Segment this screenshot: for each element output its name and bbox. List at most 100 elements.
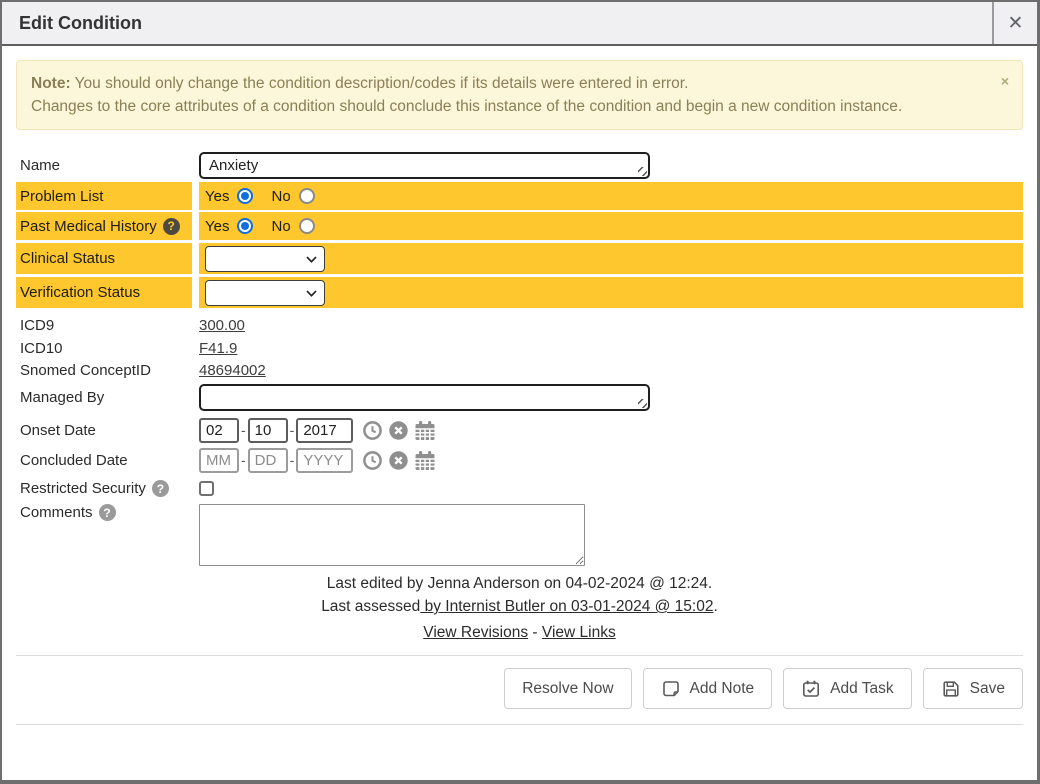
icd9-code-link[interactable]: 300.00 — [199, 317, 245, 334]
past-medical-history-row: Past Medical History ? Yes No — [16, 212, 1023, 240]
onset-month-input[interactable] — [199, 418, 239, 443]
note-dismiss-icon[interactable]: × — [1001, 70, 1009, 93]
add-note-button[interactable]: Add Note — [643, 668, 773, 709]
verification-status-select-wrap — [205, 280, 325, 306]
problem-list-yes-radio[interactable] — [237, 188, 253, 204]
comments-textarea[interactable] — [199, 504, 585, 566]
dialog-close-button[interactable]: ✕ — [992, 2, 1037, 44]
pmh-yes-radio[interactable] — [237, 218, 253, 234]
task-calendar-icon — [801, 679, 821, 699]
problem-list-field: Yes No — [199, 182, 1023, 210]
managed-by-input[interactable] — [199, 384, 650, 411]
dialog-header: Edit Condition ✕ — [2, 2, 1037, 46]
restricted-security-label-text: Restricted Security — [20, 480, 146, 497]
last-assessed-suffix: . — [713, 598, 717, 615]
clear-date-icon[interactable] — [388, 450, 409, 471]
managed-by-label: Managed By — [16, 389, 199, 406]
managed-by-input-wrap — [199, 384, 650, 411]
icd10-row: ICD10 F41.9 — [16, 337, 1023, 359]
add-task-label: Add Task — [830, 680, 893, 698]
clinical-status-select[interactable] — [205, 246, 325, 272]
last-edited-text: Last edited by Jenna Anderson on 04-02-2… — [16, 572, 1023, 595]
problem-list-row: Problem List Yes No — [16, 182, 1023, 210]
link-separator: - — [528, 624, 542, 641]
onset-date-row: Onset Date - - — [16, 416, 1023, 444]
note-icon — [661, 679, 681, 699]
icd10-label: ICD10 — [16, 340, 199, 357]
verification-status-select[interactable] — [205, 280, 325, 306]
audit-info: Last edited by Jenna Anderson on 04-02-2… — [16, 572, 1023, 644]
help-icon[interactable]: ? — [152, 480, 169, 497]
save-floppy-icon — [941, 679, 961, 699]
snomed-label: Snomed ConceptID — [16, 362, 199, 379]
name-row: Name — [16, 151, 1023, 179]
help-icon[interactable]: ? — [99, 504, 116, 521]
view-revisions-link[interactable]: View Revisions — [423, 624, 528, 641]
comments-row: Comments ? — [16, 504, 1023, 566]
concluded-day-input[interactable] — [248, 448, 288, 473]
restricted-security-label: Restricted Security ? — [16, 480, 199, 497]
clock-icon[interactable] — [362, 450, 383, 471]
pmh-no-radio[interactable] — [299, 218, 315, 234]
dialog-title: Edit Condition — [2, 2, 992, 44]
icd10-code-link[interactable]: F41.9 — [199, 340, 237, 357]
add-note-label: Add Note — [690, 680, 755, 698]
restricted-security-row: Restricted Security ? — [16, 477, 1023, 500]
note-line-1: Note: You should only change the conditi… — [31, 72, 982, 95]
resolve-now-label: Resolve Now — [522, 680, 613, 698]
name-input[interactable] — [199, 152, 650, 179]
verification-status-row: Verification Status — [16, 277, 1023, 308]
save-label: Save — [970, 680, 1005, 698]
save-button[interactable]: Save — [923, 668, 1023, 709]
last-assessed-line: Last assessed by Internist Butler on 03-… — [16, 595, 1023, 618]
past-medical-history-label: Past Medical History ? — [16, 212, 192, 240]
close-icon: ✕ — [1008, 12, 1024, 35]
last-assessed-link[interactable]: by Internist Butler on 03-01-2024 @ 15:0… — [420, 598, 713, 615]
past-medical-history-label-text: Past Medical History — [20, 218, 157, 235]
concluded-month-input[interactable] — [199, 448, 239, 473]
onset-day-input[interactable] — [248, 418, 288, 443]
icd9-row: ICD9 300.00 — [16, 314, 1023, 337]
warning-note: Note: You should only change the conditi… — [16, 60, 1023, 130]
concluded-date-row: Concluded Date - - — [16, 446, 1023, 474]
verification-status-field — [199, 277, 1023, 308]
name-label: Name — [16, 157, 199, 174]
footer-button-bar: Resolve Now Add Note Add Task Save — [2, 656, 1037, 722]
add-task-button[interactable]: Add Task — [783, 668, 911, 709]
note-line-2: Changes to the core attributes of a cond… — [31, 95, 982, 118]
concluded-year-input[interactable] — [296, 448, 353, 473]
pmh-no-label: No — [271, 218, 290, 235]
calendar-icon[interactable] — [414, 420, 436, 441]
date-separator: - — [290, 452, 295, 468]
past-medical-history-field: Yes No — [199, 212, 1023, 240]
problem-list-no-radio[interactable] — [299, 188, 315, 204]
managed-by-row: Managed By — [16, 382, 1023, 412]
clock-icon[interactable] — [362, 420, 383, 441]
calendar-icon[interactable] — [414, 450, 436, 471]
restricted-security-checkbox[interactable] — [199, 481, 214, 496]
help-icon[interactable]: ? — [163, 218, 180, 235]
problem-list-yes-label: Yes — [205, 188, 229, 205]
comments-label-text: Comments — [20, 504, 93, 521]
footer-bottom-divider — [16, 724, 1023, 725]
concluded-date-icons — [362, 450, 436, 471]
date-separator: - — [290, 422, 295, 438]
comments-label: Comments ? — [16, 504, 199, 521]
onset-year-input[interactable] — [296, 418, 353, 443]
verification-status-label: Verification Status — [16, 277, 192, 308]
resolve-now-button[interactable]: Resolve Now — [504, 668, 631, 709]
onset-date-label: Onset Date — [16, 422, 199, 439]
snomed-row: Snomed ConceptID 48694002 — [16, 359, 1023, 382]
note-prefix: Note: — [31, 75, 71, 92]
view-links-link[interactable]: View Links — [542, 624, 616, 641]
view-links-line: View Revisions - View Links — [16, 621, 1023, 644]
snomed-code-link[interactable]: 48694002 — [199, 362, 266, 379]
clinical-status-row: Clinical Status — [16, 243, 1023, 274]
concluded-date-label: Concluded Date — [16, 452, 199, 469]
last-assessed-prefix: Last assessed — [321, 598, 420, 615]
name-input-wrap — [199, 152, 650, 179]
clear-date-icon[interactable] — [388, 420, 409, 441]
problem-list-no-label: No — [271, 188, 290, 205]
clinical-status-select-wrap — [205, 246, 325, 272]
clinical-status-field — [199, 243, 1023, 274]
